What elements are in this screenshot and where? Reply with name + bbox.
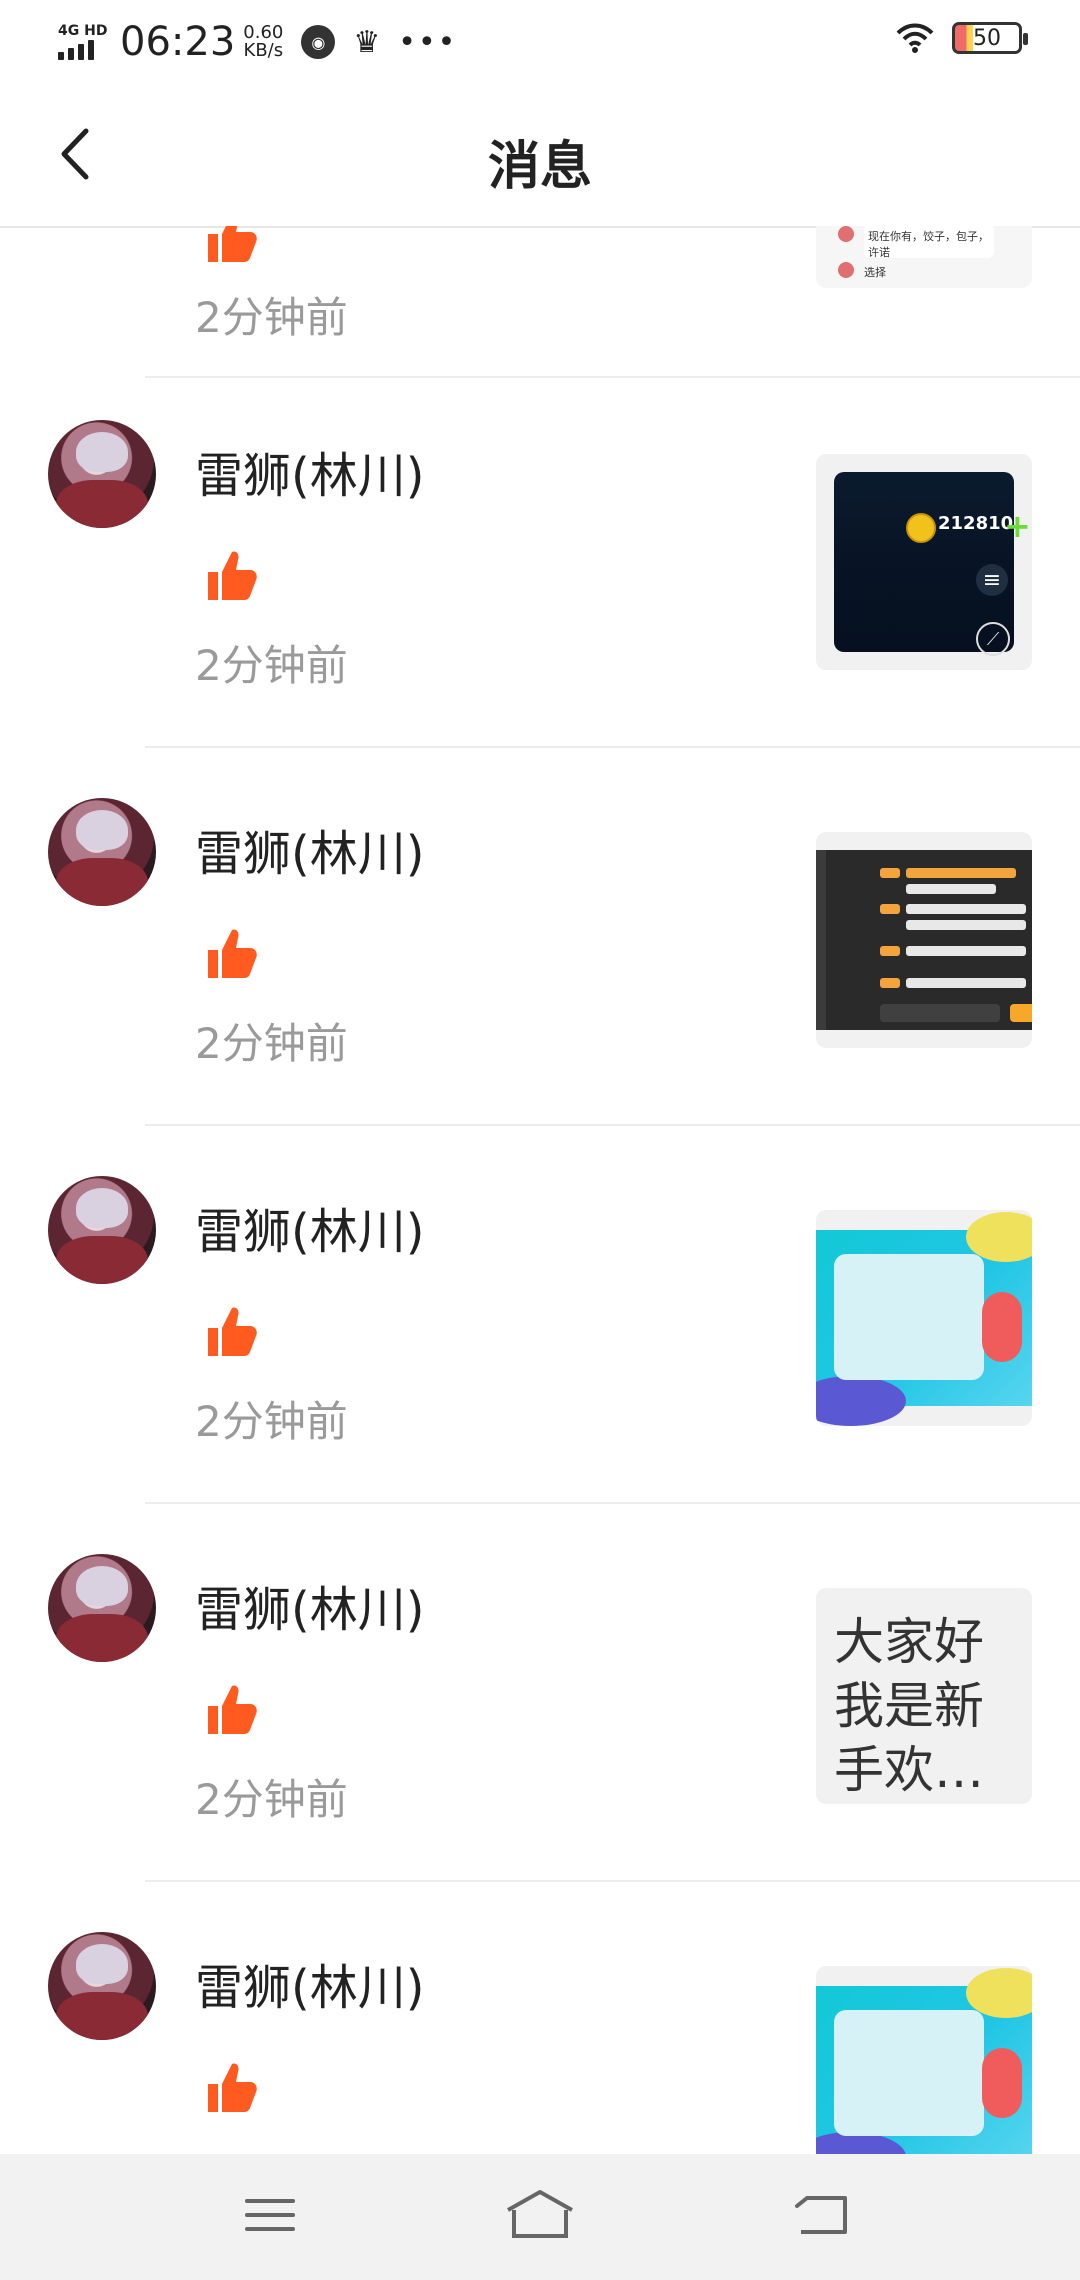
message-username[interactable]: 雷狮(林川) xyxy=(195,1192,424,1262)
message-time: 2分钟前 xyxy=(195,1775,348,1824)
send-button-preview xyxy=(1010,1004,1032,1022)
network-speed-unit: KB/s xyxy=(243,40,284,61)
message-username[interactable]: 雷狮(林川) xyxy=(195,814,424,884)
list-item[interactable]: 雷狮(林川) 2分钟前 xyxy=(0,1126,1080,1504)
message-thumbnail[interactable] xyxy=(816,1210,1032,1426)
message-thumbnail[interactable] xyxy=(816,832,1032,1048)
compass-icon: ⟋ xyxy=(976,622,1010,656)
message-thumbnail[interactable] xyxy=(816,1966,1032,2154)
page-title: 消息 xyxy=(487,137,592,197)
crown-icon: ♛ xyxy=(353,24,381,60)
plus-icon: + xyxy=(1004,507,1031,545)
robot-icon xyxy=(982,1292,1022,1362)
message-username[interactable]: 雷狮(林川) xyxy=(195,436,424,506)
avatar[interactable] xyxy=(48,420,156,528)
thumb-chat-bubble: 现在你有，饺子，包子，许诺 xyxy=(864,226,994,259)
network-type: 4G HD xyxy=(58,23,108,39)
thumbs-up-icon xyxy=(208,2063,257,2112)
list-item[interactable]: 雷狮(林川) 2分钟前 212810 + ≡ ⟋ xyxy=(0,370,1080,748)
message-list[interactable]: 2分钟前 现在你有，饺子，包子，许诺 选择 雷狮(林川) 2分钟前 212810… xyxy=(0,226,1080,2154)
message-username[interactable]: 雷狮(林川) xyxy=(195,1570,424,1640)
message-time: 2分钟前 xyxy=(195,293,348,342)
chat-input-preview xyxy=(880,1004,1000,1022)
message-thumbnail[interactable]: 212810 + ≡ ⟋ xyxy=(816,454,1032,670)
list-item[interactable]: 2分钟前 现在你有，饺子，包子，许诺 选择 xyxy=(0,226,1080,378)
avatar-mini-icon xyxy=(838,262,854,278)
back-icon[interactable] xyxy=(784,2180,864,2250)
status-time: 06:23 xyxy=(120,19,236,65)
menu-icon[interactable] xyxy=(230,2180,310,2250)
signal-bars-icon xyxy=(58,38,108,60)
audio-wave-icon: ◉ xyxy=(301,25,336,59)
list-item[interactable]: 雷狮(林川) 2分钟前 大家好 我是新 手欢… xyxy=(0,1504,1080,1882)
message-thumbnail[interactable]: 大家好 我是新 手欢… xyxy=(816,1588,1032,1804)
avatar[interactable] xyxy=(48,1554,156,1662)
bottom-navigation-bar xyxy=(0,2154,1080,2280)
thumbs-up-icon xyxy=(208,551,257,600)
thumbs-up-icon xyxy=(208,226,257,262)
avatar[interactable] xyxy=(48,798,156,906)
avatar[interactable] xyxy=(48,1176,156,1284)
chat-screenshot xyxy=(816,850,1032,1030)
thumbs-up-icon xyxy=(208,1685,257,1734)
title-bar: 消息 xyxy=(0,84,1080,228)
message-username[interactable]: 雷狮(林川) xyxy=(195,1948,424,2018)
avatar[interactable] xyxy=(48,1932,156,2040)
battery-level: 50 xyxy=(973,25,1001,51)
robot-icon xyxy=(982,2048,1022,2118)
profile-screenshot xyxy=(816,1212,1032,1426)
avatar-mini-icon xyxy=(838,226,854,242)
wifi-icon xyxy=(896,23,934,53)
home-icon[interactable] xyxy=(500,2180,580,2250)
network-speed: 0.60 KB/s xyxy=(243,24,283,60)
menu-icon: ≡ xyxy=(976,564,1008,596)
message-thumbnail[interactable]: 现在你有，饺子，包子，许诺 选择 xyxy=(816,226,1032,288)
list-item[interactable]: 雷狮(林川) xyxy=(0,1882,1080,2154)
coin-value: 212810 xyxy=(938,513,1014,534)
thumb-chat-line: 选择 xyxy=(864,266,886,279)
list-item[interactable]: 雷狮(林川) 2分钟前 xyxy=(0,748,1080,1126)
message-time: 2分钟前 xyxy=(195,1019,348,1068)
status-bar: 4G HD 06:23 0.60 KB/s ◉ ♛ ••• 50 xyxy=(0,0,1080,84)
profile-screenshot xyxy=(816,1968,1032,2154)
signal-indicator: 4G HD xyxy=(58,24,108,60)
thumbnail-text: 大家好 我是新 手欢… xyxy=(834,1613,984,1799)
message-time: 2分钟前 xyxy=(195,1397,348,1446)
thumbs-up-icon xyxy=(208,929,257,978)
battery-icon: 50 xyxy=(952,22,1028,54)
coin-icon xyxy=(906,513,936,543)
thumbs-up-icon xyxy=(208,1307,257,1356)
more-dots-icon: ••• xyxy=(398,24,458,60)
game-screenshot: 212810 + ≡ ⟋ xyxy=(834,472,1031,656)
message-time: 2分钟前 xyxy=(195,641,348,690)
